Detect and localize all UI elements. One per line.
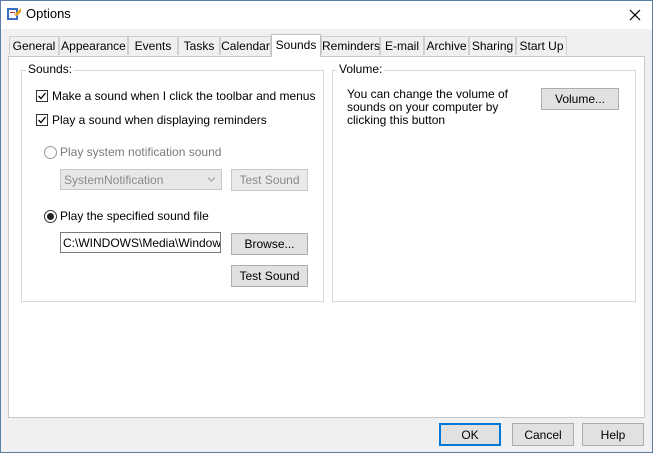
sounds-group-label: Sounds: [26, 62, 75, 76]
tab-general[interactable]: General [9, 36, 59, 55]
tab-start-up[interactable]: Start Up [516, 36, 567, 55]
file-sound-label: Play the specified sound file [60, 209, 209, 223]
system-sound-value: SystemNotification [64, 172, 164, 187]
system-sound-radio[interactable]: Play system notification sound [44, 145, 221, 159]
toolbar-sound-checkbox[interactable]: Make a sound when I click the toolbar an… [36, 89, 315, 103]
reminder-sound-checkbox[interactable]: Play a sound when displaying reminders [36, 113, 267, 127]
tab-sharing[interactable]: Sharing [469, 36, 516, 55]
system-sound-dropdown[interactable]: SystemNotification [60, 169, 222, 190]
checkmark-icon [38, 116, 47, 124]
volume-button[interactable]: Volume... [541, 88, 619, 110]
help-button[interactable]: Help [582, 423, 644, 446]
file-sound-radio[interactable]: Play the specified sound file [44, 209, 209, 223]
sounds-group: Sounds: Make a sound when I click the to… [21, 62, 324, 302]
tab-archive[interactable]: Archive [424, 36, 469, 55]
tab-sounds[interactable]: Sounds [271, 34, 321, 57]
tab-email[interactable]: E-mail [380, 36, 424, 55]
radio-dot-icon [47, 212, 54, 220]
ok-button[interactable]: OK [439, 423, 501, 446]
volume-group-label: Volume: [337, 62, 385, 76]
tab-reminders[interactable]: Reminders [321, 36, 380, 55]
system-sound-label: Play system notification sound [60, 145, 222, 159]
close-button[interactable] [618, 1, 652, 29]
radio-circle[interactable] [44, 145, 57, 159]
checkbox-box[interactable] [36, 90, 48, 102]
volume-description: You can change the volume of sounds on y… [347, 87, 509, 127]
tab-appearance[interactable]: Appearance [59, 36, 128, 55]
toolbar-sound-label: Make a sound when I click the toolbar an… [52, 89, 316, 103]
app-icon [7, 8, 21, 20]
checkbox-box[interactable] [36, 114, 48, 126]
tab-events[interactable]: Events [128, 36, 178, 55]
window-title: Options [26, 6, 71, 21]
sounds-tab-panel: Sounds: Make a sound when I click the to… [8, 56, 645, 418]
test-sound-file-button[interactable]: Test Sound [231, 265, 308, 287]
tab-calendar[interactable]: Calendar [220, 36, 271, 55]
tab-tasks[interactable]: Tasks [178, 36, 220, 55]
reminder-sound-label: Play a sound when displaying reminders [52, 113, 267, 127]
sound-file-path-input[interactable]: C:\WINDOWS\Media\Windows N [60, 232, 221, 253]
radio-circle[interactable] [44, 209, 57, 223]
title-bar[interactable]: Options [1, 1, 652, 29]
close-icon [629, 9, 641, 21]
browse-button[interactable]: Browse... [231, 233, 308, 255]
checkmark-icon [38, 92, 47, 100]
cancel-button[interactable]: Cancel [512, 423, 574, 446]
volume-group: Volume: You can change the volume of sou… [332, 62, 636, 302]
options-window: Options General Appearance Events Tasks … [0, 0, 653, 453]
chevron-down-icon [207, 177, 216, 182]
test-sound-system-button[interactable]: Test Sound [231, 169, 308, 191]
